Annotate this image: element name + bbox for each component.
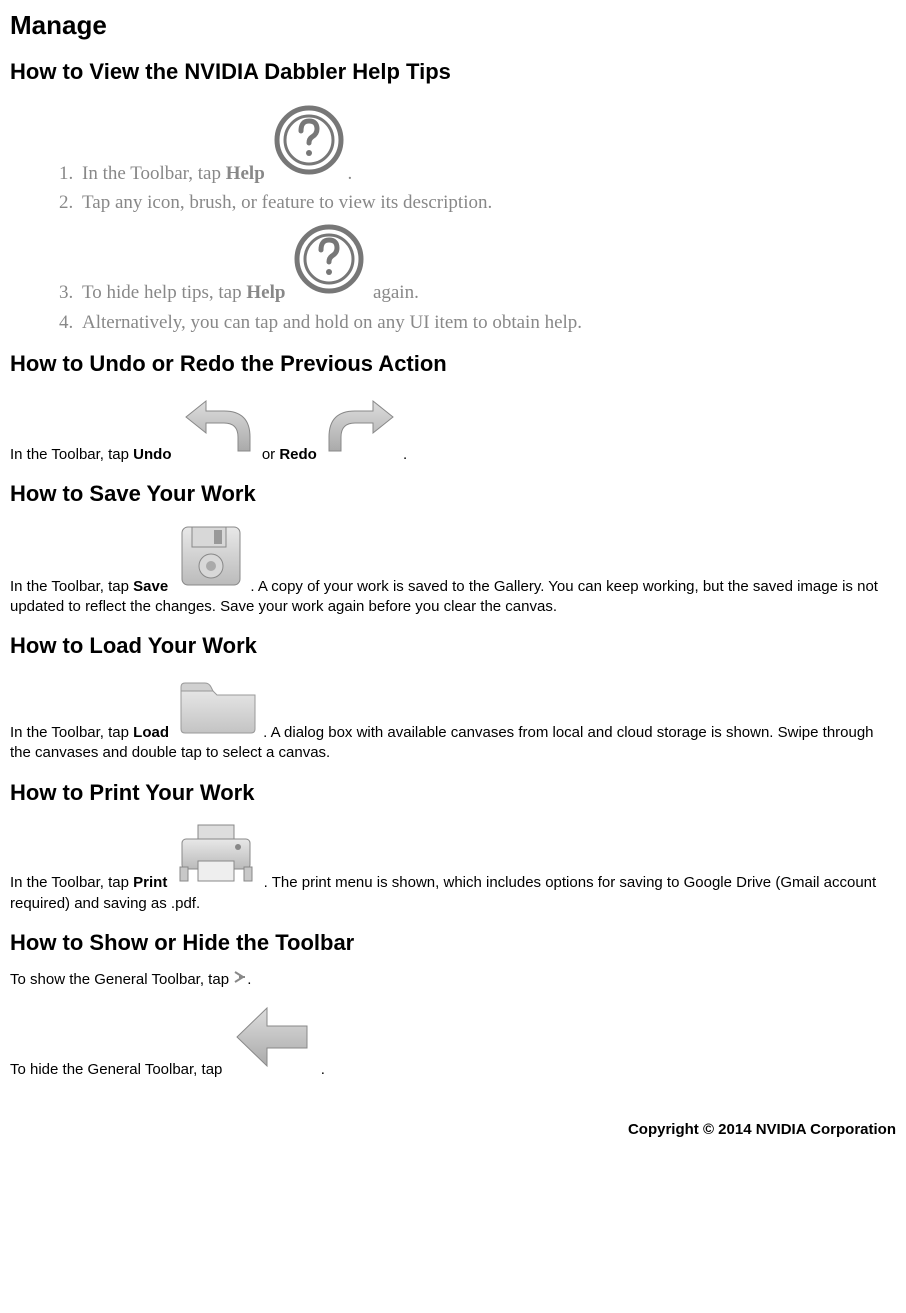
text: Tap any icon, brush, or feature to view … xyxy=(82,192,492,213)
help-step-2: Tap any icon, brush, or feature to view … xyxy=(78,190,896,216)
text: or xyxy=(262,446,280,463)
save-paragraph: In the Toolbar, tap Save . A copy of you… xyxy=(10,521,896,618)
load-paragraph: In the Toolbar, tap Load . A dialog box … xyxy=(10,673,896,764)
help-label: Help xyxy=(246,282,285,303)
print-paragraph: In the Toolbar, tap Print . The print me… xyxy=(10,819,896,914)
save-icon xyxy=(172,521,250,597)
text: In the Toolbar, tap xyxy=(10,874,133,891)
section-heading-help: How to View the NVIDIA Dabbler Help Tips xyxy=(10,57,896,87)
section-heading-toolbar: How to Show or Hide the Toolbar xyxy=(10,928,896,958)
save-label: Save xyxy=(133,578,168,595)
print-label: Print xyxy=(133,874,167,891)
text: In the Toolbar, tap xyxy=(10,724,133,741)
text: To show the General Toolbar, tap xyxy=(10,971,233,988)
text: To hide help tips, tap xyxy=(82,282,246,303)
arrow-right-icon xyxy=(233,970,247,990)
help-step-4: Alternatively, you can tap and hold on a… xyxy=(78,310,896,336)
section-heading-print: How to Print Your Work xyxy=(10,778,896,808)
text: In the Toolbar, tap xyxy=(10,578,133,595)
printer-icon xyxy=(172,819,260,893)
copyright: Copyright © 2014 NVIDIA Corporation xyxy=(10,1120,896,1140)
toolbar-show-paragraph: To show the General Toolbar, tap . xyxy=(10,970,896,990)
text: . xyxy=(348,163,353,184)
page-title: Manage xyxy=(10,8,896,43)
text: Alternatively, you can tap and hold on a… xyxy=(82,312,582,333)
load-label: Load xyxy=(133,724,169,741)
section-heading-save: How to Save Your Work xyxy=(10,479,896,509)
toolbar-hide-paragraph: To hide the General Toolbar, tap . xyxy=(10,1000,896,1080)
help-step-3: To hide help tips, tap Help again. xyxy=(78,220,896,306)
text: . xyxy=(403,446,407,463)
text: . xyxy=(321,1061,325,1078)
help-label: Help xyxy=(226,163,265,184)
section-heading-load: How to Load Your Work xyxy=(10,631,896,661)
text: To hide the General Toolbar, tap xyxy=(10,1061,227,1078)
redo-icon xyxy=(321,391,403,465)
text: again. xyxy=(373,282,419,303)
text: In the Toolbar, tap xyxy=(10,446,133,463)
text: . xyxy=(247,971,251,988)
help-icon xyxy=(290,220,368,306)
folder-icon xyxy=(173,673,263,743)
text: In the Toolbar, tap xyxy=(82,163,226,184)
undo-paragraph: In the Toolbar, tap Undo or Redo . xyxy=(10,391,896,465)
help-step-1: In the Toolbar, tap Help . xyxy=(78,101,896,187)
redo-label: Redo xyxy=(279,446,317,463)
arrow-left-icon xyxy=(227,1000,317,1080)
undo-label: Undo xyxy=(133,446,171,463)
help-icon xyxy=(270,101,348,187)
undo-icon xyxy=(176,391,258,465)
section-heading-undo: How to Undo or Redo the Previous Action xyxy=(10,349,896,379)
help-steps-list: In the Toolbar, tap Help . Tap any icon,… xyxy=(10,101,896,336)
